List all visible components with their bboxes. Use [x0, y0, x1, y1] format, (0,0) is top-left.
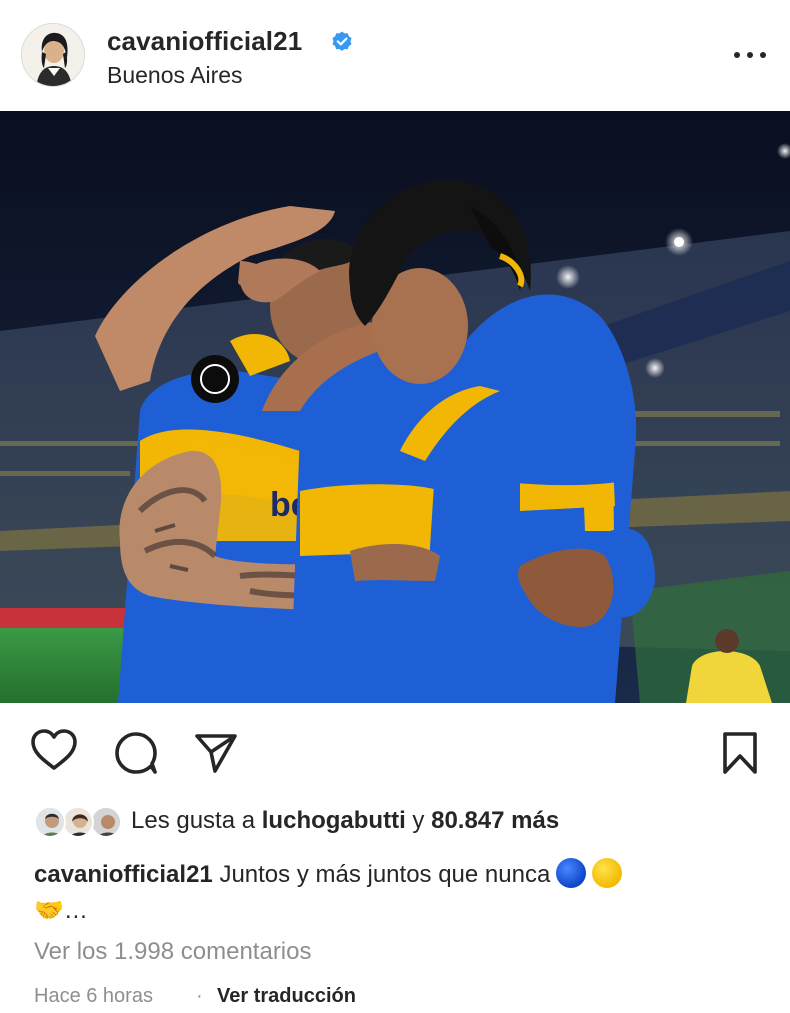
- comment-icon[interactable]: [113, 730, 159, 776]
- post-location[interactable]: Buenos Aires: [107, 62, 243, 89]
- yellow-circle-emoji-icon: [592, 858, 623, 888]
- caption-text: Juntos y más juntos que nunca: [219, 861, 551, 888]
- post-caption: cavaniofficial21 Juntos y más juntos que…: [34, 858, 754, 892]
- likes-prefix: Les gusta a: [131, 807, 256, 834]
- liked-by-user[interactable]: luchogabutti: [262, 807, 406, 834]
- post-header: cavaniofficial21 Buenos Aires: [0, 0, 790, 111]
- likes-middle: y: [412, 807, 425, 834]
- likes-count[interactable]: 80.847 más: [431, 807, 559, 834]
- avatar-illustration: [22, 24, 84, 86]
- caption-continuation[interactable]: 🤝…: [34, 896, 88, 925]
- profile-avatar[interactable]: [21, 23, 85, 87]
- footer-separator: ·: [196, 985, 203, 1007]
- heart-icon[interactable]: [30, 728, 78, 772]
- verified-badge-icon: [332, 31, 352, 51]
- caption-username[interactable]: cavaniofficial21: [34, 861, 213, 888]
- liker-avatar: [62, 806, 94, 838]
- post-timestamp: Hace 6 horas: [34, 985, 153, 1007]
- paper-plane-icon[interactable]: [193, 731, 239, 775]
- liker-avatar: [90, 806, 122, 838]
- liker-avatar: [34, 806, 66, 838]
- see-translation-link[interactable]: Ver traducción: [217, 985, 356, 1008]
- more-options-icon[interactable]: [730, 40, 770, 70]
- bookmark-icon[interactable]: [720, 730, 760, 776]
- post-username[interactable]: cavaniofficial21: [107, 26, 302, 57]
- post-photo[interactable]: be: [0, 111, 790, 703]
- post-actions-bar: [0, 703, 790, 799]
- blue-circle-emoji-icon: [556, 858, 587, 888]
- celebration-photo-illustration: be: [0, 111, 790, 703]
- likes-summary[interactable]: Les gusta a luchogabutti y 80.847 más: [131, 807, 559, 835]
- view-comments-link[interactable]: Ver los 1.998 comentarios: [34, 938, 312, 966]
